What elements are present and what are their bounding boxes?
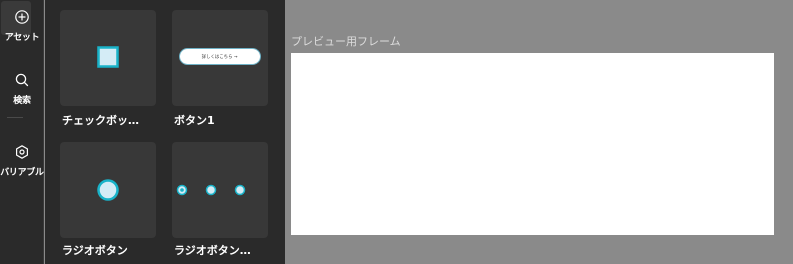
- rail-divider: [7, 117, 23, 118]
- radio-thumbnail: [97, 179, 119, 201]
- asset-card-radio[interactable]: [60, 142, 156, 238]
- preview-frame-title: プレビュー用フレーム: [291, 35, 401, 48]
- icon-rail: アセット 検索 バリアブル: [0, 0, 44, 264]
- rail-item-variables[interactable]: バリアブル: [0, 136, 44, 180]
- hexagon-gear-icon: [14, 144, 30, 160]
- rail-item-search[interactable]: 検索: [0, 64, 44, 108]
- button-thumbnail-text: 詳しくはこちら →: [202, 54, 238, 59]
- rail-item-assets[interactable]: アセット: [0, 1, 44, 50]
- search-icon: [14, 72, 30, 88]
- asset-card-label: ボタン1: [174, 114, 215, 127]
- radio-group-thumbnail: [176, 184, 246, 196]
- asset-card-checkbox[interactable]: [60, 10, 156, 106]
- rail-label-search: 検索: [13, 96, 31, 106]
- add-circle-icon: [14, 9, 30, 25]
- button-thumbnail: 詳しくはこちら →: [179, 48, 261, 65]
- rail-label-variables: バリアブル: [0, 168, 44, 178]
- preview-frame[interactable]: [291, 53, 774, 235]
- asset-card-label: チェックボッ…: [62, 114, 139, 127]
- asset-card-radio-group[interactable]: [172, 142, 268, 238]
- asset-card-button[interactable]: 詳しくはこちら →: [172, 10, 268, 106]
- checkbox-thumbnail: [97, 46, 119, 68]
- rail-label-assets: アセット: [4, 33, 40, 43]
- asset-panel: チェックボッ… 詳しくはこちら → ボタン1 ラジオボタン ラジオボタン…: [45, 0, 285, 264]
- app-window: アセット 検索 バリアブル チェックボッ… 詳しくはこちら → ボタン1 ラジオ…: [0, 0, 793, 264]
- asset-card-label: ラジオボタン: [62, 244, 128, 257]
- asset-card-label: ラジオボタン…: [174, 244, 251, 257]
